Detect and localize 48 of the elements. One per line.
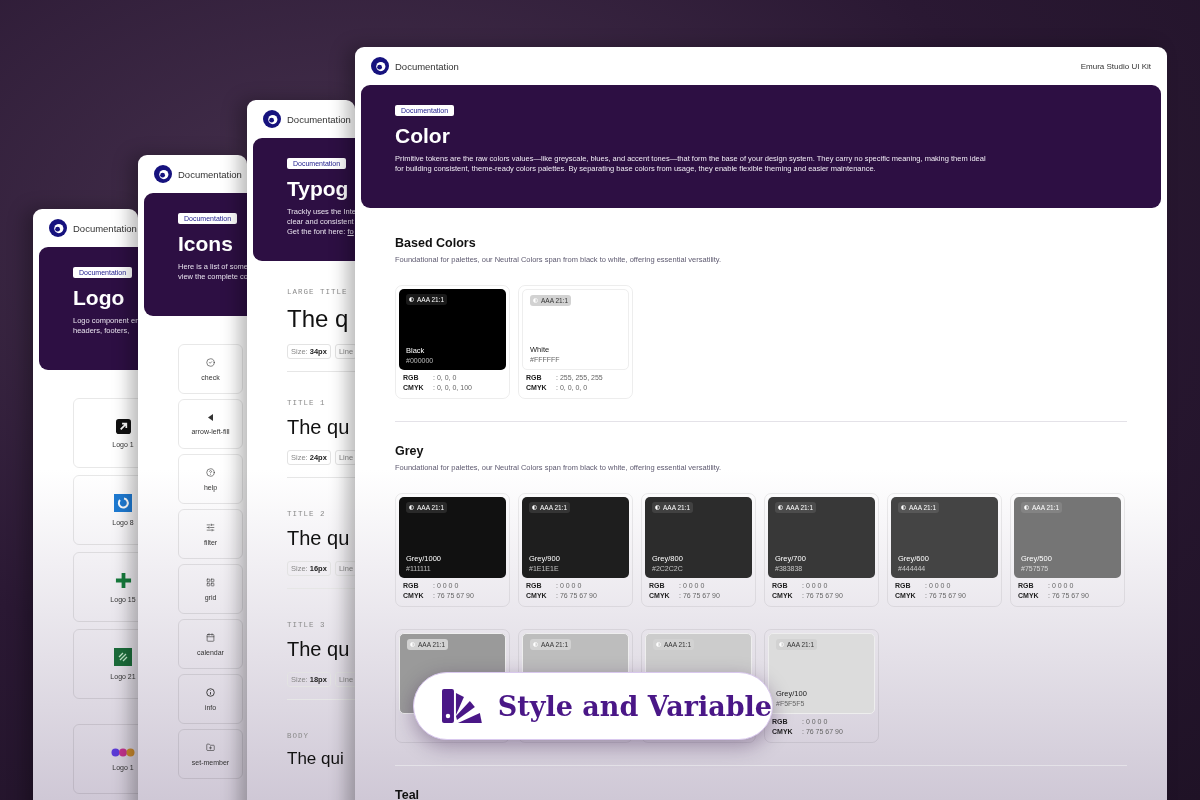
type-sample: The qu [287, 416, 350, 439]
logo-icon [49, 219, 67, 237]
page-title: Color [395, 124, 450, 148]
type-sample: The qui [287, 749, 344, 769]
left-triangle-icon [208, 413, 213, 421]
grid-icon [206, 577, 215, 587]
folder-plus-icon [206, 742, 215, 752]
doc-title: Documentation [178, 168, 242, 180]
contrast-icon [1024, 505, 1029, 510]
kit-name: Emura Studio UI Kit [1080, 61, 1151, 71]
info-icon [206, 687, 215, 697]
contrast-icon [409, 505, 414, 510]
contrast-icon [655, 505, 660, 510]
contrast-icon [901, 505, 906, 510]
help-icon [206, 467, 215, 477]
page-title: Typog [287, 177, 349, 201]
contrast-icon [533, 298, 538, 303]
contrast-icon [410, 642, 415, 647]
arrow-logo-icon [115, 418, 131, 434]
page-title: Logo [73, 286, 125, 310]
logo-icon [371, 57, 389, 75]
circles-logo-icon [111, 747, 135, 757]
promo-title: Style and Variable [497, 690, 772, 722]
stripes-logo-icon [114, 648, 132, 666]
doc-title: Documentation [395, 60, 459, 72]
plus-logo-icon [114, 571, 132, 589]
contrast-icon [533, 642, 538, 647]
page-title: Icons [178, 232, 233, 256]
contrast-icon [532, 505, 537, 510]
type-sample: The qu [287, 527, 350, 550]
section-title: Teal [395, 788, 421, 800]
doc-title: Documentation [287, 113, 351, 125]
swatch-fan-icon [442, 689, 482, 723]
check-icon [206, 357, 215, 367]
contrast-icon [778, 505, 783, 510]
doc-title: Documentation [73, 222, 137, 234]
calendar-icon [206, 632, 215, 642]
section-title: Grey [395, 444, 425, 458]
contrast-icon [779, 642, 784, 647]
contrast-icon [656, 642, 661, 647]
refresh-logo-icon [114, 494, 132, 512]
type-sample: The q [287, 305, 349, 333]
filter-icon [206, 522, 215, 532]
logo-icon [263, 110, 281, 128]
contrast-icon [409, 297, 414, 302]
logo-icon [154, 165, 172, 183]
section-title: Based Colors [395, 236, 477, 250]
type-sample: The qu [287, 638, 350, 661]
